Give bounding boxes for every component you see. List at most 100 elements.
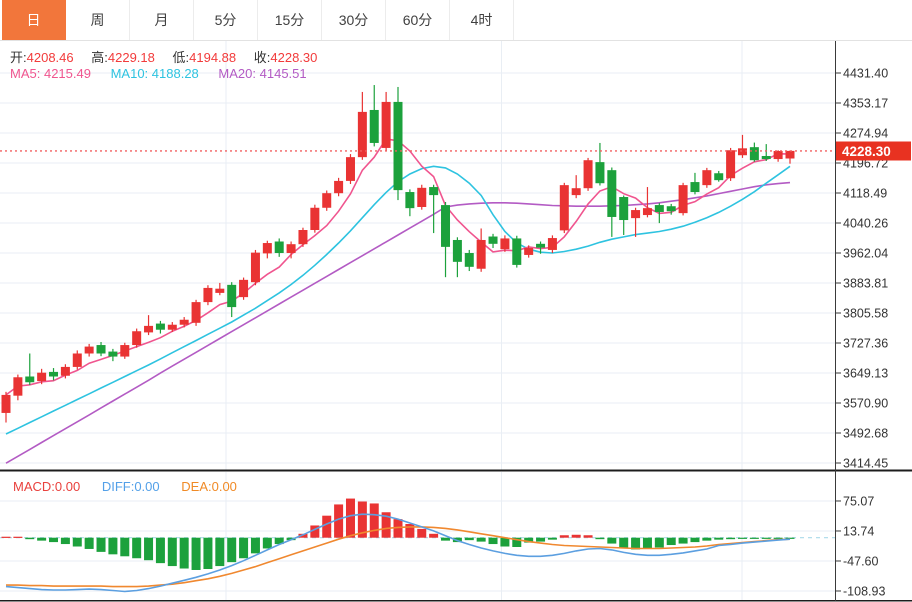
candle-body	[595, 162, 605, 184]
candle-body	[666, 206, 676, 212]
macd-bar	[144, 537, 154, 561]
macd-bar	[132, 537, 142, 559]
candle-body	[144, 325, 154, 333]
tab-day[interactable]: 日	[2, 0, 66, 40]
tab-month[interactable]: 月	[130, 0, 194, 40]
macd-bar	[37, 537, 47, 541]
macd-bar	[678, 537, 688, 544]
macd-bar	[345, 498, 355, 538]
candle-body	[167, 324, 177, 330]
candle-body	[583, 160, 593, 189]
y-axis-label: 4431.40	[843, 67, 888, 81]
candle-body	[108, 351, 118, 357]
macd-bar	[583, 535, 593, 538]
tab-label: 60分	[402, 12, 433, 28]
candle-body	[524, 248, 534, 255]
macd-bar	[476, 537, 486, 542]
candle-body	[262, 243, 272, 254]
macd-bar	[179, 537, 189, 569]
tab-label: 日	[26, 12, 41, 28]
tab-label: 30分	[338, 12, 369, 28]
macd-bar	[72, 537, 82, 547]
candle-body	[60, 366, 70, 376]
candle-body	[250, 252, 260, 283]
macd-bar	[417, 528, 427, 538]
candle-body	[607, 170, 617, 217]
macd-bar	[84, 537, 94, 549]
tab-week[interactable]: 周	[66, 0, 130, 40]
close-value: 4228.30	[270, 50, 318, 65]
tab-4hour[interactable]: 4时	[450, 0, 514, 40]
y-axis-label: 3492.68	[843, 427, 888, 441]
y-axis-label: 3570.90	[843, 397, 888, 411]
macd-bar	[666, 537, 676, 546]
y-axis-label: 3727.36	[843, 337, 888, 351]
macd-bar	[262, 537, 272, 549]
macd-bar	[737, 537, 747, 539]
y-axis-label: -47.60	[843, 554, 878, 568]
y-axis-label: 4353.17	[843, 97, 888, 111]
tab-5min[interactable]: 5分	[194, 0, 258, 40]
high-value: 4229.18	[107, 50, 155, 65]
y-axis-label: 3962.04	[843, 247, 888, 261]
candle-body	[310, 207, 320, 231]
candle-body	[227, 284, 237, 308]
macd-bar	[464, 537, 474, 541]
tab-label: 月	[154, 12, 169, 28]
candle-body	[393, 101, 403, 191]
macd-bar	[227, 537, 237, 563]
current-price-badge: 4228.30	[836, 141, 911, 161]
badge-text: 4228.30	[842, 144, 891, 159]
candlestick-chart-canvas[interactable]: 4431.404353.174274.944196.724118.494040.…	[0, 0, 912, 602]
candle-body	[417, 187, 427, 207]
macd-bar	[654, 537, 664, 548]
macd-value: 0.00	[54, 479, 81, 494]
candle-body	[464, 253, 474, 267]
macd-bar	[250, 537, 260, 554]
tab-30min[interactable]: 30分	[322, 0, 386, 40]
macd-readout: MACD:0.00 DIFF:0.00 DEA:0.00	[13, 479, 237, 494]
macd-bar	[773, 537, 783, 539]
candle-body	[405, 192, 415, 209]
candle-body	[642, 208, 652, 216]
y-axis-label: 13.74	[843, 524, 874, 538]
dea-value: 0.00	[211, 479, 237, 494]
macd-bar	[155, 537, 165, 564]
candle-body	[322, 193, 332, 208]
macd-bar	[49, 537, 59, 543]
macd-histogram	[1, 498, 795, 570]
macd-bar	[120, 537, 130, 557]
candle-body	[37, 372, 47, 382]
candle-body	[132, 331, 142, 346]
candle-body	[72, 353, 82, 367]
macd-bar	[25, 537, 35, 540]
macd-bar	[595, 537, 605, 540]
price-axis-labels: 4431.404353.174274.944196.724118.494040.…	[835, 67, 888, 471]
macd-bar	[559, 535, 569, 538]
candle-body	[512, 238, 522, 265]
period-tabbar: 日 周 月 5分 15分 30分 60分 4时	[0, 0, 912, 41]
candle-body	[737, 148, 747, 156]
gridlines	[0, 41, 835, 600]
candle-body	[726, 150, 736, 179]
y-axis-label: 3883.81	[843, 277, 888, 291]
macd-bar	[108, 537, 118, 555]
candle-body	[274, 241, 284, 254]
tab-15min[interactable]: 15分	[258, 0, 322, 40]
tab-60min[interactable]: 60分	[386, 0, 450, 40]
tab-label: 15分	[274, 12, 305, 28]
open-value: 4208.46	[26, 50, 74, 65]
macd-bar	[405, 524, 415, 538]
macd-bar	[203, 537, 213, 570]
y-axis-label: -108.93	[843, 584, 885, 598]
tab-label: 周	[90, 12, 105, 28]
candle-body	[345, 157, 355, 181]
candle-body	[476, 239, 486, 269]
macd-bar	[191, 537, 201, 570]
low-label: 低:	[172, 50, 190, 65]
close-label: 收:	[253, 50, 271, 65]
ma-readout: MA5: 4215.49 MA10: 4188.28 MA20: 4145.51	[10, 66, 307, 81]
ma10-value: 4188.28	[151, 66, 199, 81]
ma10-label: MA10:	[110, 66, 149, 81]
tab-label: 5分	[214, 12, 237, 28]
